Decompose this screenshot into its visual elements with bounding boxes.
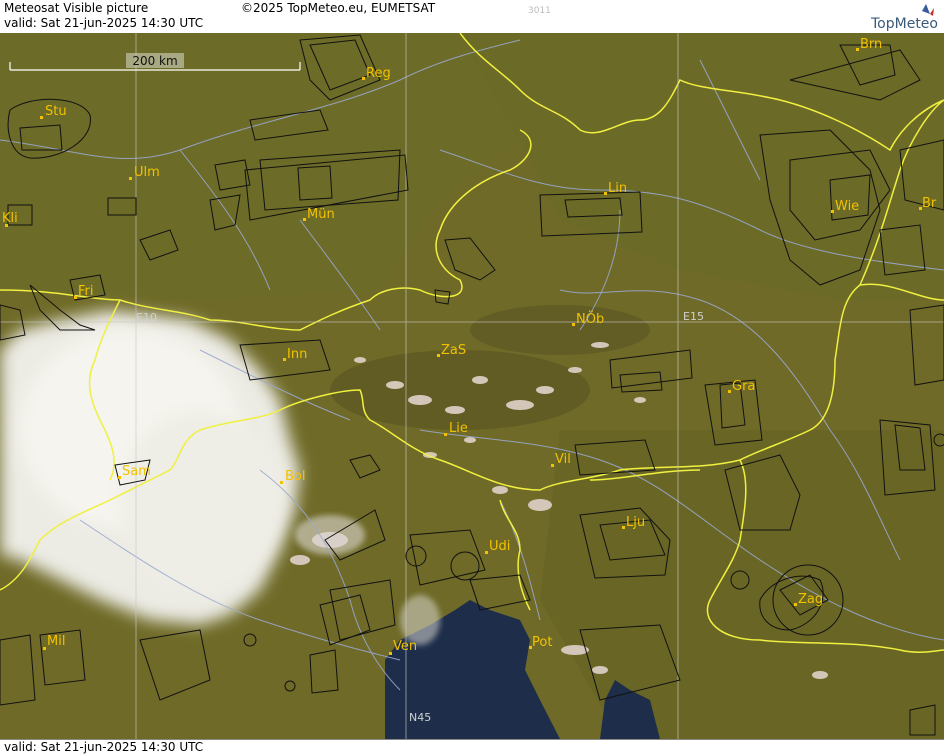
city-label: Kli [2,211,18,226]
topmeteo-logo[interactable]: TopMeteo [838,2,938,32]
grid-label-e15: E15 [683,310,704,323]
city-label: Reg [366,66,391,81]
scale-bar-label: 200 km [132,54,177,68]
logo-text: TopMeteo [871,16,938,32]
city-label: Br [922,196,937,211]
footer-valid-time: valid: Sat 21-jun-2025 14:30 UTC [4,740,204,754]
footer-bar: valid: Sat 21-jun-2025 14:30 UTC [0,739,944,754]
city-label: NÖb [576,310,604,327]
image-code: 3011 [528,6,551,16]
valid-time: valid: Sat 21-jun-2025 14:30 UTC [4,16,204,30]
city-label: Lju [626,515,645,530]
city-label: Stu [45,104,67,119]
city-label: ZaS [441,343,466,358]
city-label: Ulm [134,165,160,180]
city-label: Gra [732,379,755,394]
copyright-text: ©2025 TopMeteo.eu, EUMETSAT [241,1,436,15]
city-label: Zag [798,592,823,607]
city-label: Vil [555,452,571,467]
header-bar: Meteosat Visible picture ©2025 TopMeteo.… [0,0,944,34]
city-label: Mün [307,207,335,222]
city-label: Udi [489,539,510,554]
city-label: Bol [285,469,305,484]
city-label: Mil [47,634,65,649]
city-label: Lie [449,421,468,436]
city-label: Ven [393,639,417,654]
city-label: Pot [532,635,552,650]
grid-label-n45: N45 [409,711,431,724]
city-label: Inn [287,347,307,362]
city-label: Wie [835,199,859,214]
product-title: Meteosat Visible picture [4,1,149,15]
map-canvas: 200 km E10 E15 N45 Reg Brn Stu Ulm Lin W… [0,33,944,739]
city-label: Fri [78,284,94,299]
city-label: Sam [122,464,151,479]
grid-label-e10: E10 [136,311,157,324]
city-label: Lin [608,181,627,196]
city-label: Brn [860,37,882,52]
satellite-map[interactable]: 200 km E10 E15 N45 Reg Brn Stu Ulm Lin W… [0,33,944,739]
